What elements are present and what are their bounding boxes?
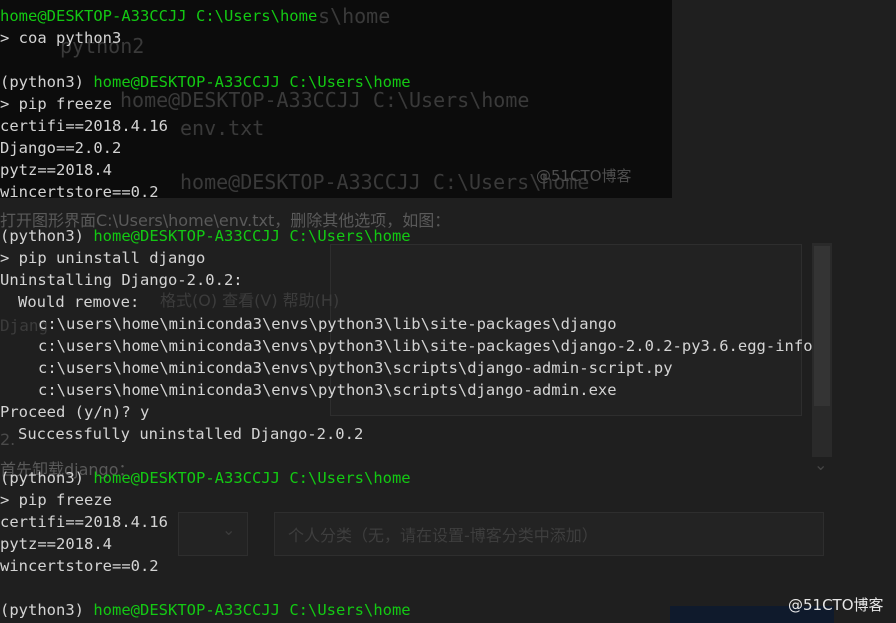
output-line: Django==2.0.2 — [0, 139, 122, 157]
command-line: > coa python3 — [0, 29, 122, 47]
output-line: c:\users\home\miniconda3\envs\python3\sc… — [38, 381, 617, 399]
output-line: wincertstore==0.2 — [0, 557, 159, 575]
output-line: certifi==2018.4.16 — [0, 117, 168, 135]
prompt-line: (python3) home@DESKTOP-A33CCJJ C:\Users\… — [0, 71, 896, 93]
prompt-path: C:\Users\home — [289, 601, 411, 619]
output-line: c:\users\home\miniconda3\envs\python3\li… — [38, 315, 617, 333]
prompt-user: home@DESKTOP-A33CCJJ — [0, 7, 187, 25]
prompt-line[interactable]: (python3) home@DESKTOP-A33CCJJ C:\Users\… — [0, 599, 896, 621]
prompt-env: (python3) — [0, 73, 84, 91]
terminal-window[interactable]: s\home python2 home@DESKTOP-A33CCJJ C:\U… — [0, 0, 896, 623]
prompt-env: (python3) — [0, 227, 84, 245]
prompt-user: home@DESKTOP-A33CCJJ — [93, 601, 280, 619]
terminal-output: home@DESKTOP-A33CCJJ C:\Users\home > coa… — [0, 5, 896, 621]
output-line: pytz==2018.4 — [0, 161, 112, 179]
output-line: Proceed (y/n)? y — [0, 403, 150, 421]
prompt-env: (python3) — [0, 469, 84, 487]
command-line: > pip uninstall django — [0, 249, 206, 267]
output-line: c:\users\home\miniconda3\envs\python3\li… — [38, 337, 813, 355]
prompt-path: C:\Users\home — [195, 7, 318, 25]
prompt-user: home@DESKTOP-A33CCJJ — [93, 73, 280, 91]
prompt-path: C:\Users\home — [289, 227, 411, 245]
output-line: Successfully uninstalled Django-2.0.2 — [18, 425, 364, 443]
prompt-env: (python3) — [0, 601, 84, 619]
command-line: > pip freeze — [0, 491, 112, 509]
output-line: Uninstalling Django-2.0.2: — [0, 271, 243, 289]
output-line: pytz==2018.4 — [0, 535, 112, 553]
prompt-line: (python3) home@DESKTOP-A33CCJJ C:\Users\… — [0, 225, 896, 247]
prompt-line: home@DESKTOP-A33CCJJ C:\Users\home — [0, 5, 896, 27]
output-line: Would remove: — [18, 293, 140, 311]
output-line: certifi==2018.4.16 — [0, 513, 168, 531]
output-line: wincertstore==0.2 — [0, 183, 159, 201]
prompt-line: (python3) home@DESKTOP-A33CCJJ C:\Users\… — [0, 467, 896, 489]
prompt-user: home@DESKTOP-A33CCJJ — [93, 469, 280, 487]
output-line: c:\users\home\miniconda3\envs\python3\sc… — [38, 359, 673, 377]
command-line: > pip freeze — [0, 95, 112, 113]
prompt-path: C:\Users\home — [289, 73, 411, 91]
prompt-user: home@DESKTOP-A33CCJJ — [93, 227, 280, 245]
prompt-path: C:\Users\home — [289, 469, 411, 487]
